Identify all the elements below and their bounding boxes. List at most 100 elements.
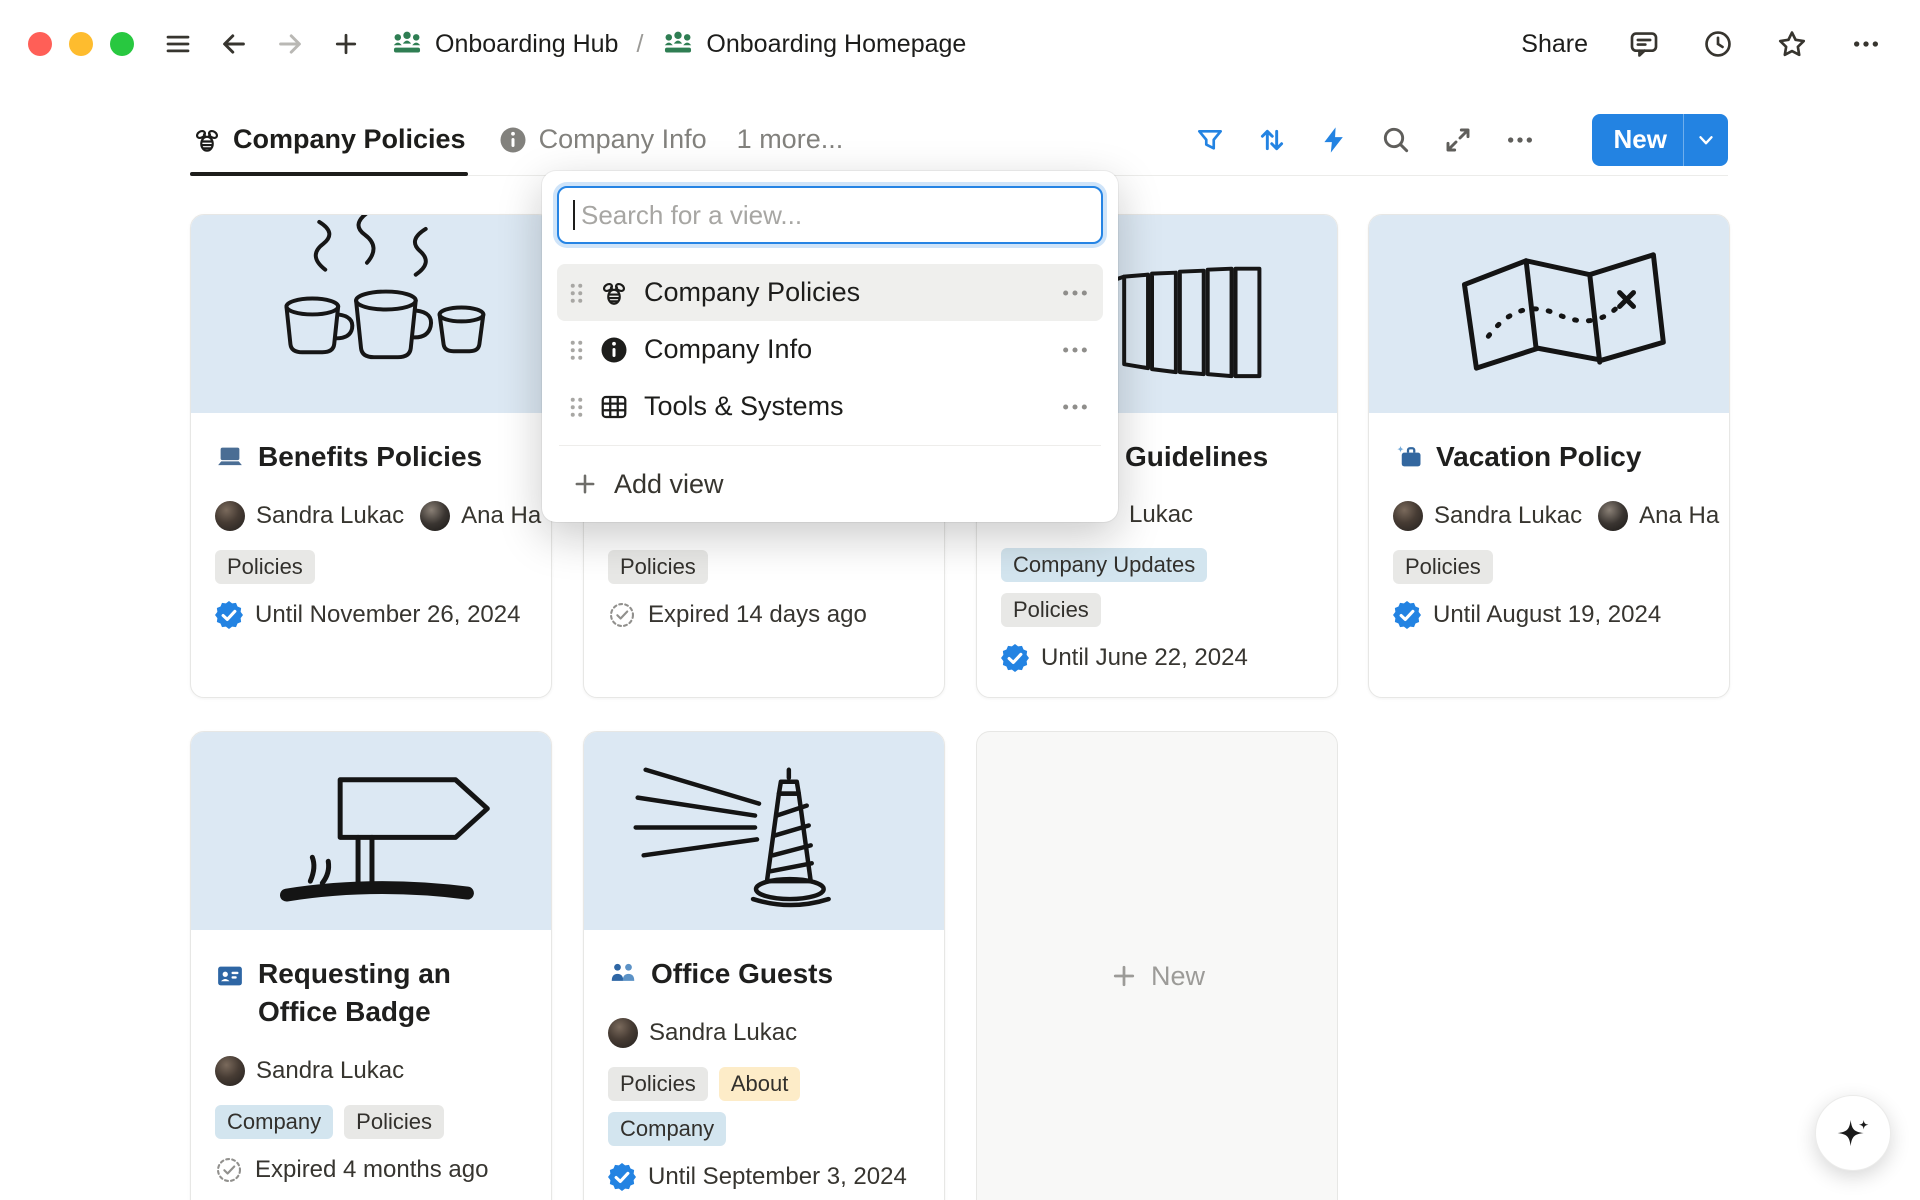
forward-icon[interactable] [270,24,310,64]
add-view-label: Add view [614,469,724,500]
more-views-button[interactable]: 1 more... [737,124,844,155]
person-name: Sandra Lukac [256,1057,404,1085]
gallery-card-benefits-policies[interactable]: Benefits Policies Sandra Lukac Ana Ha Po… [190,214,552,698]
window-titlebar: Onboarding Hub / Onboarding Homepage Sha… [0,0,1920,88]
notion-window: Onboarding Hub / Onboarding Homepage Sha… [0,0,1920,1200]
person-name: Sandra Lukac [256,502,404,530]
tag: Policies [608,1067,708,1101]
card-tags: Policies [1393,550,1706,584]
item-options-icon[interactable] [1059,277,1091,309]
breadcrumb-item-onboarding-hub[interactable]: Onboarding Hub [384,23,624,65]
new-button-label: New [1614,124,1683,155]
laptop-icon [215,442,245,472]
search-icon[interactable] [1378,122,1414,158]
back-icon[interactable] [214,24,254,64]
share-button[interactable]: Share [1521,30,1588,59]
avatar [1393,501,1423,531]
card-cover [191,732,551,930]
breadcrumb-separator: / [636,30,643,59]
item-options-icon[interactable] [1059,334,1091,366]
status-label: Until November 26, 2024 [255,601,520,629]
comments-icon[interactable] [1626,26,1662,62]
sparkle-ai-icon [1834,1114,1872,1152]
avatar [215,1056,245,1086]
sort-icon[interactable] [1254,122,1290,158]
filter-icon[interactable] [1192,122,1228,158]
avatar [420,501,450,531]
card-cover [1369,215,1729,413]
status-label: Until August 19, 2024 [1433,601,1661,629]
verified-badge-icon [1393,601,1421,629]
gallery-card-requesting-office-badge[interactable]: Requesting an Office Badge Sandra Lukac … [190,731,552,1200]
view-menu-item-label: Company Policies [644,277,860,308]
new-card-button[interactable]: New [976,731,1338,1200]
view-menu-item-label: Tools & Systems [644,391,844,422]
breadcrumb-item-onboarding-homepage[interactable]: Onboarding Homepage [655,23,972,65]
card-status: Expired 4 months ago [215,1156,528,1184]
sidebar-toggle-icon[interactable] [158,24,198,64]
card-status: Until September 3, 2024 [608,1163,921,1191]
folded-map-drawing [1369,215,1729,412]
favorite-star-icon[interactable] [1774,26,1810,62]
tag: Company [608,1112,726,1146]
card-cover [584,732,944,930]
drag-handle-icon[interactable] [569,282,584,304]
card-title: Benefits Policies [258,438,482,476]
chevron-down-icon[interactable] [1684,114,1728,166]
view-menu-item-tools-systems[interactable]: Tools & Systems [557,378,1103,435]
table-icon [599,392,629,422]
meeting-table-icon [390,27,424,61]
avatar [1598,501,1628,531]
avatar [215,501,245,531]
minimize-window-button[interactable] [69,32,93,56]
add-view-button[interactable]: Add view [557,456,1103,512]
suitcase-icon [1393,442,1423,472]
status-label: Until June 22, 2024 [1041,644,1248,672]
view-toolbar: Company Policies Company Info 1 more... [190,104,1728,176]
two-people-icon [608,959,638,989]
view-menu-item-company-policies[interactable]: Company Policies [557,264,1103,321]
card-title: Guidelines [1125,438,1268,476]
signpost-drawing [191,732,551,929]
close-window-button[interactable] [28,32,52,56]
tag: Policies [344,1105,444,1139]
card-title: Vacation Policy [1436,438,1641,476]
expand-icon[interactable] [1440,122,1476,158]
verified-badge-icon [215,601,243,629]
view-menu-item-company-info[interactable]: Company Info [557,321,1103,378]
expired-icon [215,1156,243,1184]
gallery-card-vacation-policy[interactable]: Vacation Policy Sandra Lukac Ana Ha Poli… [1368,214,1730,698]
view-options-icon[interactable] [1502,122,1538,158]
status-label: Expired 14 days ago [648,601,867,629]
card-status: Expired 14 days ago [608,601,921,629]
card-status: Until June 22, 2024 [1001,644,1314,672]
coffee-mugs-drawing [191,215,551,412]
card-people: Sandra Lukac [608,1018,944,1048]
lighthouse-drawing [584,732,944,929]
item-options-icon[interactable] [1059,391,1091,423]
more-options-icon[interactable] [1848,26,1884,62]
meeting-table-icon [661,27,695,61]
card-people: Sandra Lukac Ana Ha [215,501,551,531]
card-tags: Policies [215,550,528,584]
fullscreen-window-button[interactable] [110,32,134,56]
person-name: Sandra Lukac [649,1019,797,1047]
drag-handle-icon[interactable] [569,396,584,418]
drag-handle-icon[interactable] [569,339,584,361]
card-title-row: Benefits Policies [215,438,528,476]
plus-icon [571,470,599,498]
gallery-card-office-guests[interactable]: Office Guests Sandra Lukac Policies Abou… [583,731,945,1200]
tag: Company [215,1105,333,1139]
view-search-input[interactable] [557,186,1103,244]
card-tags: Policies About [608,1067,921,1101]
ai-sparkle-button[interactable] [1815,1095,1891,1171]
new-page-icon[interactable] [326,24,366,64]
tab-label: Company Policies [233,124,466,155]
bee-icon [192,125,222,155]
tab-company-policies[interactable]: Company Policies [190,104,468,175]
tag: Policies [1001,593,1101,627]
automation-icon[interactable] [1316,122,1352,158]
updates-clock-icon[interactable] [1700,26,1736,62]
tab-company-info[interactable]: Company Info [496,104,709,175]
new-button[interactable]: New [1592,114,1728,166]
